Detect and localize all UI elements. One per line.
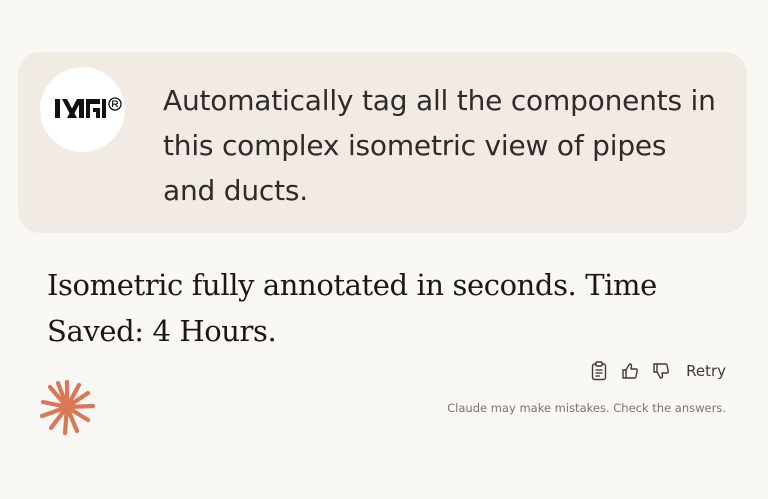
claude-logo (38, 378, 96, 436)
disclaimer-text: Claude may make mistakes. Check the answ… (447, 401, 726, 415)
copy-button[interactable] (588, 360, 610, 382)
message-actions-bar: Retry (579, 359, 726, 383)
user-message-text: Automatically tag all the components in … (163, 84, 716, 207)
claude-starburst-icon (39, 379, 96, 436)
thumbs-down-icon (653, 363, 670, 379)
thumbs-up-button[interactable] (619, 360, 641, 382)
clipboard-icon (591, 361, 607, 381)
brand-logo-icon (55, 97, 122, 118)
user-avatar (40, 67, 125, 152)
thumbs-down-button[interactable] (650, 360, 672, 382)
assistant-message-text: Isometric fully annotated in seconds. Ti… (47, 268, 657, 348)
thumbs-up-icon (622, 363, 639, 379)
retry-button[interactable]: Retry (686, 362, 726, 380)
